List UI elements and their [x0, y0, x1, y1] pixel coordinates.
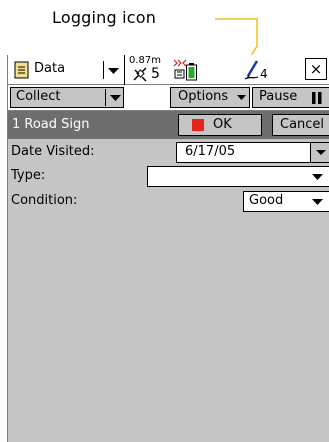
feature-name: 1 Road Sign [12, 117, 90, 132]
record-indicator-icon [192, 119, 204, 131]
date-visited-label: Date Visited: [11, 144, 95, 159]
app-menu-dropdown[interactable]: Data [12, 59, 124, 81]
accuracy-readout: 0.87m [129, 55, 162, 66]
toolbar: Collect Options Pause [8, 85, 329, 111]
condition-label: Condition: [11, 193, 78, 208]
pause-button[interactable]: Pause [252, 87, 329, 108]
cancel-label: Cancel [280, 117, 325, 132]
feature-header: 1 Road Sign OK Cancel [8, 111, 329, 139]
ok-label: OK [213, 117, 232, 132]
chevron-down-icon [237, 95, 246, 100]
status-bar: Data 0.87m 5 4 × [8, 55, 329, 85]
condition-select[interactable]: Good [243, 191, 329, 212]
logging-count: 4 [260, 67, 268, 81]
cancel-button[interactable]: Cancel [272, 114, 329, 136]
device-screen: Data 0.87m 5 4 × Collect Options Pause 1… [7, 55, 329, 442]
type-select[interactable] [147, 166, 329, 187]
chevron-down-icon [110, 95, 121, 101]
close-icon: × [309, 60, 323, 78]
chevron-down-icon [312, 199, 323, 205]
satellite-icon [133, 67, 147, 82]
condition-value: Good [249, 193, 284, 208]
options-label: Options [178, 89, 229, 104]
type-label: Type: [11, 168, 46, 183]
options-menu-button[interactable]: Options [170, 87, 250, 108]
status-divider [124, 55, 125, 85]
date-visited-value: 6/17/05 [185, 144, 236, 159]
app-menu-label: Data [34, 61, 66, 76]
chevron-down-icon [316, 150, 326, 155]
collect-dropdown-button[interactable]: Collect [10, 87, 124, 108]
ok-button[interactable]: OK [178, 114, 262, 136]
battery-icon[interactable] [186, 63, 197, 81]
pause-label: Pause [259, 89, 298, 104]
dropdown-separator [105, 89, 106, 106]
radio-link-icon[interactable] [173, 57, 187, 81]
close-button[interactable]: × [305, 58, 327, 80]
callout-annotation: Logging icon [0, 0, 329, 57]
chevron-down-icon [108, 68, 119, 74]
callout-line [215, 18, 258, 57]
form-row-condition: Condition: Good [8, 189, 329, 213]
page: Logging icon Data 0.87m 5 4 × Collect Op… [0, 0, 329, 442]
chevron-down-icon [312, 174, 323, 180]
form-row-date-visited: Date Visited: 6/17/05 [8, 140, 329, 164]
document-icon [14, 61, 29, 79]
date-dropdown-button[interactable] [310, 143, 329, 162]
dropdown-separator [103, 61, 104, 79]
form-row-type: Type: [8, 164, 329, 188]
pause-icon [312, 92, 322, 104]
satellite-count: 5 [151, 66, 160, 82]
collect-label: Collect [16, 89, 61, 104]
date-visited-picker[interactable]: 6/17/05 [176, 142, 329, 163]
